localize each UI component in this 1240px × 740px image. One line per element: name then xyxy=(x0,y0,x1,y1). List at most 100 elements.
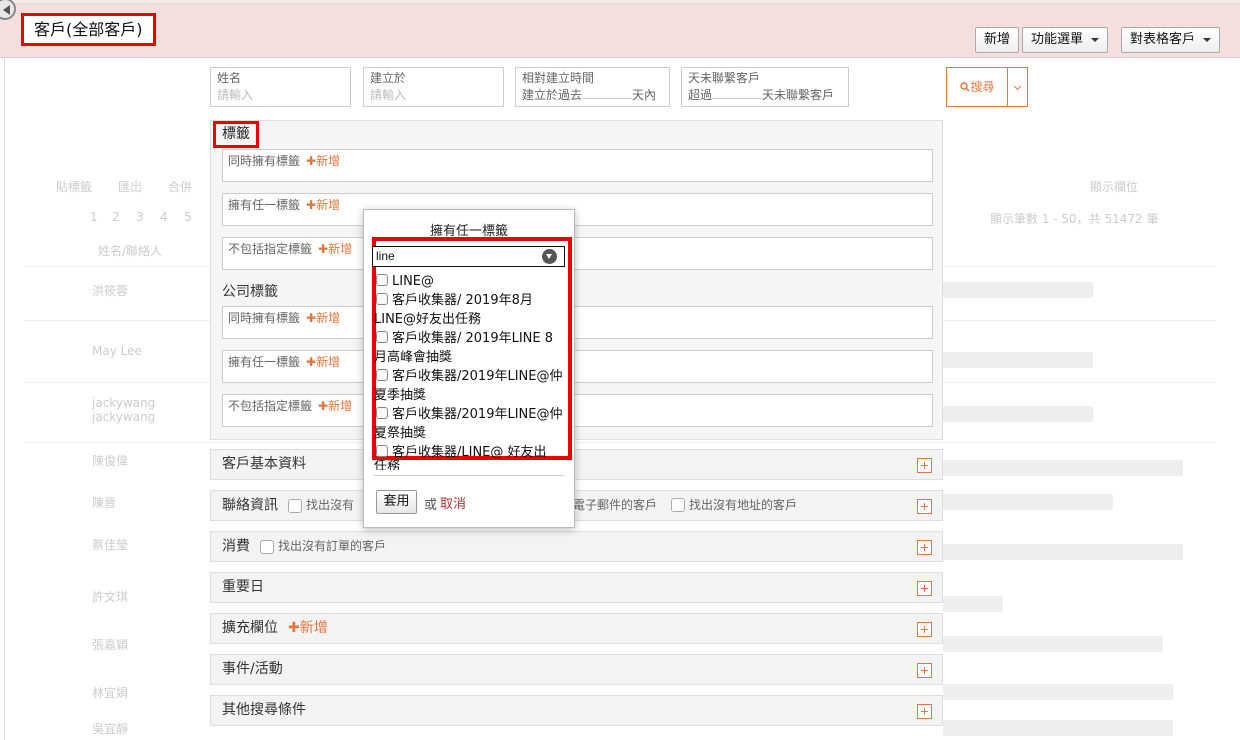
tag-option-checkbox[interactable] xyxy=(376,293,388,305)
company-tags-title: 公司標籤 xyxy=(222,284,278,300)
company-exclude-add[interactable]: ✚新增 xyxy=(318,399,352,413)
section-extended-fields[interactable]: 擴充欄位 ✚新增 xyxy=(210,613,943,644)
has-any-tags-add[interactable]: ✚新增 xyxy=(306,198,340,212)
tag-option-list[interactable]: LINE@ 客戶收集器/ 2019年8月LINE@好友出任務 客戶收集器/ 20… xyxy=(374,272,564,458)
caret-down-icon xyxy=(1203,37,1212,42)
function-menu-label: 功能選單 xyxy=(1031,32,1084,47)
company-has-all-add[interactable]: ✚新增 xyxy=(306,311,340,325)
add-label: 新增 xyxy=(316,355,341,369)
no-order-checkbox[interactable] xyxy=(260,539,274,554)
not-contacted-line: 超過 天未聯繫客戶 xyxy=(688,86,842,104)
expand-plus-icon[interactable] xyxy=(917,540,932,555)
company-exclude-tags-box[interactable]: 不包括指定標籤 ✚新增 xyxy=(222,394,933,427)
batch-customer-button[interactable]: 對表格客戶 xyxy=(1121,27,1221,53)
expand-plus-icon[interactable] xyxy=(917,581,932,596)
extended-fields-add[interactable]: ✚新增 xyxy=(288,620,328,636)
bg-row-name: 張嘉穎 xyxy=(92,638,129,652)
tag-option-checkbox[interactable] xyxy=(376,407,388,419)
has-any-tags-box[interactable]: 擁有任一標籤 ✚新增 xyxy=(222,193,933,226)
bg-tag-chip xyxy=(943,720,1173,736)
apply-button[interactable]: 套用 xyxy=(376,490,417,514)
search-button[interactable]: 搜尋 xyxy=(946,67,1008,107)
bg-row-name: 洪筱蓉 xyxy=(92,284,129,298)
bg-export-button: 匯出 xyxy=(118,180,143,194)
exclude-tags-box[interactable]: 不包括指定標籤 ✚新增 xyxy=(222,237,933,270)
popup-divider xyxy=(374,475,564,476)
tag-option-checkbox[interactable] xyxy=(376,369,388,381)
section-events[interactable]: 事件/活動 xyxy=(210,654,943,685)
expand-plus-icon[interactable] xyxy=(917,499,932,514)
section-contact[interactable]: 聯絡資訊 找出沒有 電子郵件的客戶 找出沒有地址的客戶 xyxy=(210,490,943,521)
tag-option[interactable]: 客戶收集器/ 2019年8月LINE@好友出任務 xyxy=(374,291,564,329)
no-phone-label: 找出沒有 xyxy=(306,498,355,512)
bg-col-name: 姓名/聯絡人 xyxy=(98,244,163,258)
bg-row-name: May Lee xyxy=(92,344,142,358)
bg-tag-chip xyxy=(943,352,1093,368)
add-button[interactable]: 新增 xyxy=(975,27,1020,53)
bg-tag-chip xyxy=(943,596,1003,612)
section-basic-info-label: 客戶基本資料 xyxy=(222,456,306,472)
search-icon xyxy=(960,82,970,92)
bg-tag-chip xyxy=(943,406,1093,422)
back-arrow-icon[interactable] xyxy=(0,0,16,20)
bg-tag-chip xyxy=(943,460,1183,476)
name-field-placeholder: 請輸入 xyxy=(217,88,254,102)
created-at-label: 建立於 xyxy=(370,71,407,85)
expand-plus-icon[interactable] xyxy=(917,663,932,678)
name-field-label: 姓名 xyxy=(217,71,242,85)
has-any-tags-label: 擁有任一標籤 xyxy=(228,198,301,212)
not-contacted-field[interactable]: 天未聯繫客戶 超過 天未聯繫客戶 xyxy=(681,67,849,107)
tag-option[interactable]: 客戶收集器/LINE@ 好友出 xyxy=(374,443,564,458)
expand-plus-icon[interactable] xyxy=(917,704,932,719)
bg-page-5: 5 xyxy=(184,210,192,224)
tag-option[interactable]: 客戶收集器/2019年LINE@仲夏祭抽獎 xyxy=(374,405,564,443)
expand-plus-icon[interactable] xyxy=(917,458,932,473)
tag-option[interactable]: 客戶收集器/2019年LINE@仲夏季抽獎 xyxy=(374,367,564,405)
function-menu-button[interactable]: 功能選單 xyxy=(1022,27,1109,53)
bg-page-2: 2 xyxy=(112,210,120,224)
no-order-label: 找出沒有訂單的客戶 xyxy=(278,539,387,553)
no-address-checkbox[interactable] xyxy=(671,498,685,512)
created-at-field[interactable]: 建立於 請輸入 xyxy=(363,67,504,107)
tag-option[interactable]: 客戶收集器/ 2019年LINE 8月高峰會抽獎 xyxy=(374,329,564,367)
tag-option-label: 客戶收集器/ 2019年LINE 8月高峰會抽獎 xyxy=(374,331,554,365)
tag-option[interactable]: LINE@ xyxy=(374,272,564,291)
expand-plus-icon[interactable] xyxy=(917,622,932,637)
exclude-tags-add[interactable]: ✚新增 xyxy=(318,242,352,256)
company-has-all-tags-box[interactable]: 同時擁有標籤 ✚新增 xyxy=(222,306,933,339)
has-all-tags-box[interactable]: 同時擁有標籤 ✚新增 xyxy=(222,149,933,182)
company-exclude-label: 不包括指定標籤 xyxy=(228,399,313,413)
add-label: 新增 xyxy=(299,620,328,636)
tag-option-checkbox[interactable] xyxy=(376,274,388,286)
relative-days-input[interactable] xyxy=(582,87,633,99)
section-important-days[interactable]: 重要日 xyxy=(210,572,943,603)
relative-created-field[interactable]: 相對建立時間 建立於過去 天內 xyxy=(515,67,670,107)
add-button-label: 新增 xyxy=(984,32,1011,47)
section-consumption[interactable]: 消費 找出沒有訂單的客戶 xyxy=(210,531,943,562)
bg-row-name: 陳俊偉 xyxy=(92,454,129,468)
bg-display-fields: 顯示欄位 xyxy=(1090,180,1139,194)
cancel-link[interactable]: 取消 xyxy=(440,493,466,512)
section-other-criteria[interactable]: 其他搜尋條件 xyxy=(210,695,943,726)
bg-tag-chip xyxy=(943,494,1113,510)
or-text: 或 xyxy=(424,498,438,513)
bg-row-name: 林宜娟 xyxy=(92,686,129,700)
tag-search-input[interactable]: line xyxy=(372,246,565,267)
bg-tag-chip xyxy=(943,684,1173,700)
search-options-dropdown[interactable] xyxy=(1007,67,1028,107)
dropdown-arrow-icon[interactable] xyxy=(542,249,557,264)
company-has-any-tags-box[interactable]: 擁有任一標籤 ✚新增 xyxy=(222,350,933,383)
section-basic-info[interactable]: 客戶基本資料 xyxy=(210,449,943,480)
has-all-tags-add[interactable]: ✚新增 xyxy=(306,154,340,168)
company-has-any-add[interactable]: ✚新增 xyxy=(306,355,340,369)
not-contacted-days-input[interactable] xyxy=(712,87,763,99)
name-field[interactable]: 姓名 請輸入 xyxy=(210,67,351,107)
tag-option-checkbox[interactable] xyxy=(376,331,388,343)
add-label: 新增 xyxy=(328,242,353,256)
tag-option-checkbox[interactable] xyxy=(376,445,388,457)
no-phone-checkbox[interactable] xyxy=(288,498,302,513)
section-other-criteria-label: 其他搜尋條件 xyxy=(222,702,306,718)
created-at-placeholder: 請輸入 xyxy=(370,88,407,102)
tag-option-label: 客戶收集器/ 2019年8月LINE@好友出任務 xyxy=(374,293,533,327)
tag-option-label: LINE@ xyxy=(392,274,435,289)
